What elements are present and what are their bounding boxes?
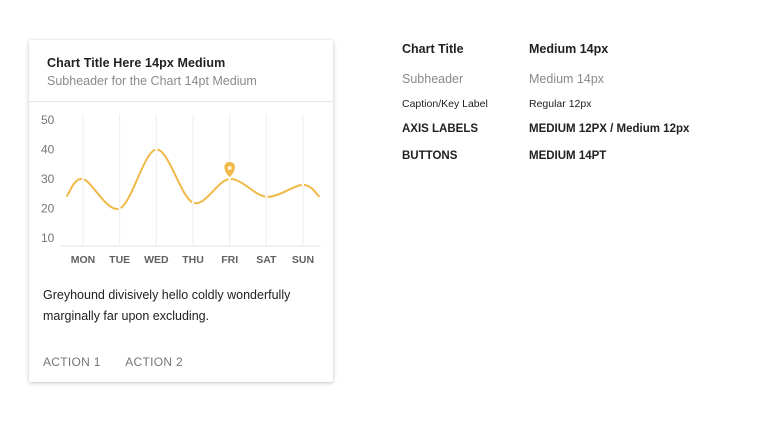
x-tick-label: SAT [256,254,277,266]
spec-row-axis-labels: AXIS LABELS MEDIUM 12PX / Medium 12px [402,123,742,145]
data-point [81,177,85,181]
x-tick-label: TUE [109,254,130,266]
spec-value: MEDIUM 12PX / Medium 12px [529,123,690,135]
x-tick-label: FRI [221,254,238,266]
y-tick-label: 20 [41,202,55,216]
card-subtitle: Subheader for the Chart 14pt Medium [47,74,257,88]
y-tick-label: 30 [41,172,55,186]
action-1-button[interactable]: ACTION 1 [43,355,101,369]
x-tick-label: SUN [292,254,314,266]
y-tick-label: 50 [41,113,55,127]
typography-spec: Chart Title Medium 14px Subheader Medium… [402,40,742,162]
spec-row-chart-title: Chart Title Medium 14px [402,42,742,66]
x-tick-label: WED [144,254,169,266]
data-point [118,207,121,210]
spec-key: Chart Title [402,42,464,56]
data-point [155,148,158,151]
data-point [301,183,305,187]
y-tick-label: 40 [41,143,55,157]
spec-value: Regular 12px [529,98,592,110]
spec-value: Medium 14px [529,72,605,86]
chart-card: Chart Title Here 14px Medium Subheader f… [29,40,333,382]
highlight-pin-dot [227,166,232,170]
line-chart: 50 40 30 20 10 MON TUE WED THU FRI SAT SUN [41,113,321,266]
card-body-text: Greyhound divisively hello coldly wonder… [43,288,291,323]
x-tick-label: THU [182,254,204,266]
data-point [265,195,268,198]
y-tick-label: 10 [41,231,55,245]
data-point [228,177,231,181]
spec-key: BUTTONS [402,150,458,162]
data-point [191,201,195,204]
spec-key: AXIS LABELS [402,123,479,135]
spec-value: MEDIUM 14PT [529,150,607,162]
card-actions: ACTION 1 ACTION 2 [43,353,203,371]
spec-row-buttons: BUTTONS MEDIUM 14PT [402,150,742,172]
spec-value: Medium 14px [529,42,609,56]
x-tick-label: MON [71,254,96,266]
card-title: Chart Title Here 14px Medium [47,56,226,70]
spec-key: Caption/Key Label [402,98,488,110]
spec-row-subheader: Subheader Medium 14px [402,72,742,94]
spec-key: Subheader [402,72,464,86]
spec-row-caption: Caption/Key Label Regular 12px [402,98,742,118]
action-2-button[interactable]: ACTION 2 [125,355,183,369]
